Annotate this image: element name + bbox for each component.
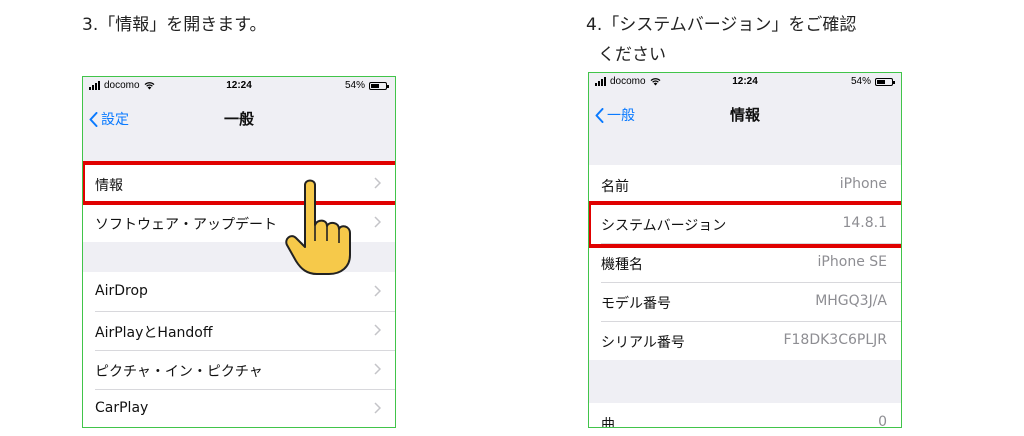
row-label: シリアル番号 [601,335,685,351]
row-value: iPhone SE [817,254,887,270]
screenshot-general: docomo 12:24 54% 設定 一般 情報 ソフトウェア・アップデート … [82,76,396,428]
row-label: AirPlayとHandoff [95,325,213,341]
chevron-right-icon [374,324,381,336]
row-label: CarPlay [95,400,149,416]
list-item[interactable]: CarPlay [83,389,395,427]
step-3-instruction: 3.「情報」を開きます。 [82,15,267,35]
row-label: 機種名 [601,257,643,273]
chevron-right-icon [374,285,381,297]
info-row[interactable]: モデル番号 MHGQ3J/A [589,282,901,321]
info-row[interactable]: 名前 iPhone [589,165,901,204]
info-group: 名前 iPhone システムバージョン 14.8.1 機種名 iPhone SE… [589,165,901,360]
row-label: 曲 [601,417,615,428]
screenshot-about: docomo 12:24 54% 一般 情報 名前 iPhone システムバージ… [588,72,902,428]
row-label: ソフトウェア・アップデート [95,217,277,233]
highlight-box [589,201,901,248]
list-item[interactable]: AirPlayとHandoff [83,311,395,350]
nav-title: 情報 [729,107,760,124]
nav-title: 一般 [223,111,254,128]
row-label: モデル番号 [601,296,671,312]
row-label: AirDrop [95,283,148,299]
settings-group: AirDrop AirPlayとHandoff ピクチャ・イン・ピクチャ Car… [83,272,395,427]
navigation-bar: 一般 情報 [589,91,901,135]
row-label: 名前 [601,179,629,195]
row-value: MHGQ3J/A [815,293,887,309]
row-value: iPhone [839,176,887,192]
chevron-right-icon [374,363,381,375]
status-bar: docomo 12:24 54% [589,73,901,91]
step-4-instruction: 4.「システムバージョン」をご確認 [586,15,857,35]
battery-icon [369,81,389,90]
battery-percent: 54% [344,80,365,91]
list-item[interactable]: ピクチャ・イン・ピクチャ [83,350,395,389]
list-item[interactable]: AirDrop [83,272,395,311]
info-row[interactable]: 機種名 iPhone SE [589,243,901,282]
info-row[interactable]: 曲 0 [589,403,901,428]
row-label: ピクチャ・イン・ピクチャ [95,364,263,380]
row-value: F18DK3C6PLJR [783,332,887,348]
row-value: 0 [878,414,887,428]
navigation-bar: 設定 一般 [83,95,395,139]
info-group: 曲 0 [589,403,901,428]
step-4-instruction-continued: ください [598,45,666,65]
pointing-hand-icon [285,179,351,275]
chevron-right-icon [374,402,381,414]
battery-percent: 54% [850,76,871,87]
info-row[interactable]: シリアル番号 F18DK3C6PLJR [589,321,901,360]
chevron-right-icon [374,216,381,228]
battery-icon [875,77,895,86]
status-bar: docomo 12:24 54% [83,77,395,95]
